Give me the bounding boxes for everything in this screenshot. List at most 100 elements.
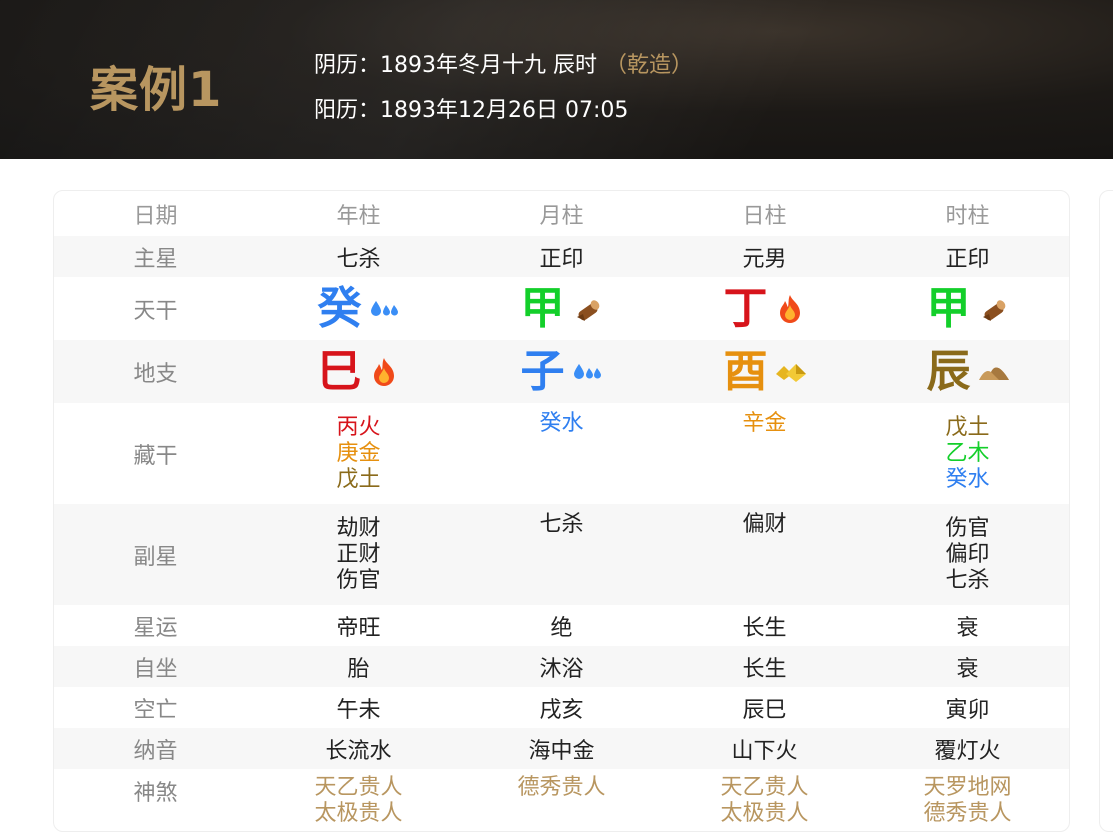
sub-star-item: 七杀 [945, 567, 990, 593]
canggan-item: 丙火 [336, 414, 381, 440]
xingyun-hour: 衰 [956, 615, 979, 641]
sub-star-item: 偏财 [742, 512, 787, 537]
label-nayin: 纳音 [54, 728, 257, 769]
label-main-star: 主星 [54, 236, 257, 277]
shensha-day: 天乙贵人 太极贵人 [663, 769, 866, 827]
canggan-item: 乙木 [945, 440, 990, 466]
sub-star-day: 偏财 [663, 504, 866, 605]
label-kongwang: 空亡 [133, 697, 178, 723]
label-shensha: 神煞 [133, 781, 178, 806]
fire-icon [774, 293, 806, 325]
label-dizhi: 地支 [54, 340, 257, 403]
sub-star-item: 伤官 [945, 515, 990, 541]
dizhi-hour-cell: 辰 [866, 340, 1069, 403]
shensha-item[interactable]: 天乙贵人 [257, 775, 460, 801]
dizhi-year-cell: 巳 [257, 340, 460, 403]
label-zizuo: 自坐 [54, 646, 257, 687]
tiangan-month-cell: 甲 [460, 277, 663, 340]
tiangan-day: 丁 [723, 282, 768, 334]
gender-label: （乾造） [604, 53, 693, 78]
dizhi-month: 子 [520, 345, 565, 397]
column-title-hour: 时柱 [945, 203, 990, 229]
nayin-month: 海中金 [460, 728, 663, 769]
nayin-row: 纳音 长流水 海中金 山下火 覆灯火 [54, 728, 1069, 769]
earth-icon [977, 356, 1009, 388]
dizhi-hour: 辰 [926, 345, 971, 397]
side-panel [1099, 190, 1113, 832]
tiangan-month: 甲 [520, 282, 565, 334]
lunar-date: 阴历：1893年冬月十九 辰时 [314, 53, 597, 78]
kongwang-day: 辰巳 [742, 697, 787, 723]
zizuo-day: 长生 [663, 646, 866, 687]
zizuo-hour: 衰 [866, 646, 1069, 687]
main-star-row: 主星 七杀 正印 元男 正印 [54, 236, 1069, 277]
nayin-day: 山下火 [663, 728, 866, 769]
sub-star-item: 正财 [336, 541, 381, 567]
canggan-item: 癸水 [945, 466, 990, 492]
tiangan-hour: 甲 [926, 282, 971, 334]
shensha-item[interactable]: 德秀贵人 [460, 775, 663, 801]
shensha-item[interactable]: 天罗地网 [866, 775, 1069, 801]
tiangan-year-cell: 癸 [257, 277, 460, 340]
canggan-month: 癸水 [460, 403, 663, 504]
canggan-year: 丙火 庚金 戊土 [257, 403, 460, 504]
kongwang-hour: 寅卯 [945, 697, 990, 723]
shensha-item[interactable]: 太极贵人 [257, 801, 460, 827]
label-date: 日期 [133, 203, 178, 229]
canggan-item: 辛金 [742, 411, 787, 436]
label-canggan: 藏干 [133, 443, 178, 469]
zizuo-month: 沐浴 [460, 646, 663, 687]
xingyun-year: 帝旺 [336, 615, 381, 641]
dizhi-day-cell: 酉 [663, 340, 866, 403]
shensha-hour: 天罗地网 德秀贵人 [866, 769, 1069, 827]
wood-icon [571, 293, 603, 325]
zizuo-row: 自坐 胎 沐浴 长生 衰 [54, 646, 1069, 687]
xingyun-month: 绝 [550, 615, 573, 641]
tiangan-hour-cell: 甲 [866, 277, 1069, 340]
sub-star-year: 劫财 正财 伤官 [257, 504, 460, 605]
bazi-chart-card: 日期 年柱 月柱 日柱 时柱 主星 七杀 正印 元男 正印 天干 癸 甲 丁 甲… [53, 190, 1070, 832]
sub-star-item: 七杀 [539, 512, 584, 537]
xingyun-row: 星运 帝旺 绝 长生 衰 [54, 605, 1069, 646]
tiangan-day-cell: 丁 [663, 277, 866, 340]
sub-star-item: 伤官 [336, 567, 381, 593]
header-row: 日期 年柱 月柱 日柱 时柱 [54, 191, 1069, 236]
kongwang-row: 空亡 午未 戌亥 辰巳 寅卯 [54, 687, 1069, 728]
canggan-row: 藏干 丙火 庚金 戊土 癸水 辛金 戊土 乙木 癸水 [54, 403, 1069, 504]
label-tiangan: 天干 [133, 298, 178, 324]
lunar-date-line: 阴历：1893年冬月十九 辰时 （乾造） [314, 47, 693, 79]
shensha-item[interactable]: 德秀贵人 [866, 801, 1069, 827]
tiangan-year: 癸 [317, 282, 362, 334]
xingyun-day: 长生 [742, 615, 787, 641]
dizhi-month-cell: 子 [460, 340, 663, 403]
nayin-year: 长流水 [257, 728, 460, 769]
main-star-hour: 正印 [866, 236, 1069, 277]
shensha-item[interactable]: 太极贵人 [663, 801, 866, 827]
dizhi-day: 酉 [723, 345, 768, 397]
metal-icon [774, 356, 806, 388]
canggan-item: 癸水 [539, 411, 584, 436]
canggan-item: 戊土 [336, 466, 381, 492]
canggan-item: 戊土 [945, 414, 990, 440]
main-star-month: 正印 [460, 236, 663, 277]
main-star-year: 七杀 [257, 236, 460, 277]
dizhi-row: 地支 巳 子 酉 辰 [54, 340, 1069, 403]
kongwang-month: 戌亥 [539, 697, 584, 723]
canggan-day: 辛金 [663, 403, 866, 504]
sub-star-item: 劫财 [336, 515, 381, 541]
wood-icon [977, 293, 1009, 325]
sub-star-month: 七杀 [460, 504, 663, 605]
sub-star-row: 副星 劫财 正财 伤官 七杀 偏财 伤官 偏印 七杀 [54, 504, 1069, 605]
shensha-year: 天乙贵人 太极贵人 [257, 769, 460, 827]
tiangan-row: 天干 癸 甲 丁 甲 [54, 277, 1069, 340]
fire-icon [368, 356, 400, 388]
sub-star-hour: 伤官 偏印 七杀 [866, 504, 1069, 605]
zizuo-year: 胎 [257, 646, 460, 687]
water-icon [571, 356, 603, 388]
nayin-hour: 覆灯火 [866, 728, 1069, 769]
column-title-day: 日柱 [742, 203, 787, 229]
case-header: 案例1 阴历：1893年冬月十九 辰时 （乾造） 阳历：1893年12月26日 0… [0, 0, 1113, 159]
water-icon [368, 293, 400, 325]
canggan-hour: 戊土 乙木 癸水 [866, 403, 1069, 504]
shensha-item[interactable]: 天乙贵人 [663, 775, 866, 801]
